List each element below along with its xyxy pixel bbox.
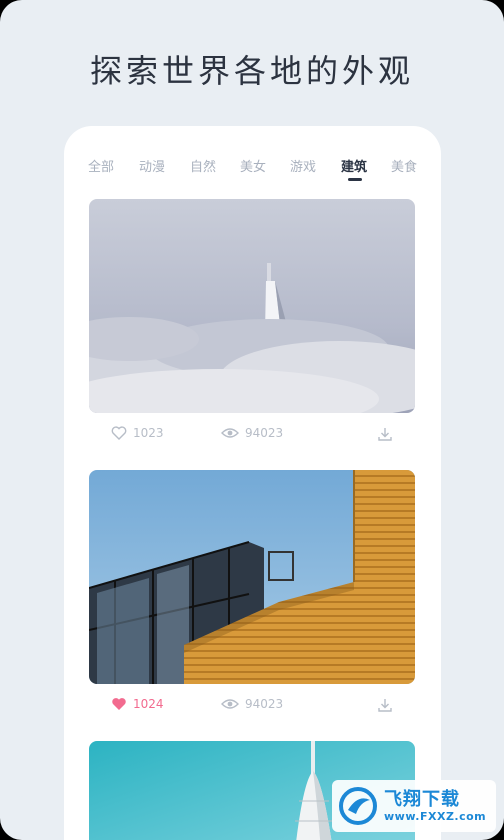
download-button[interactable] bbox=[377, 426, 393, 445]
app-screen: 全部 动漫 自然 美女 游戏 建筑 美食 1023 94023 1024 940… bbox=[64, 126, 441, 840]
card-stats: 1023 94023 bbox=[89, 426, 415, 446]
tab-anime[interactable]: 动漫 bbox=[139, 156, 165, 175]
tab-architecture[interactable]: 建筑 bbox=[341, 156, 367, 175]
promo-headline: 探索世界各地的外观 bbox=[89, 52, 414, 90]
logo-icon bbox=[339, 787, 377, 825]
eye-icon bbox=[221, 428, 239, 438]
tab-games[interactable]: 游戏 bbox=[290, 156, 316, 175]
watermark-title: 飞翔下载 bbox=[384, 788, 460, 810]
like-count: 1023 bbox=[133, 426, 164, 440]
frame-corner bbox=[0, 0, 44, 44]
download-icon bbox=[378, 699, 392, 712]
view-stat: 94023 bbox=[221, 697, 283, 711]
tab-nature[interactable]: 自然 bbox=[190, 156, 216, 175]
view-stat: 94023 bbox=[221, 426, 283, 440]
active-tab-indicator bbox=[348, 178, 362, 181]
view-count: 94023 bbox=[245, 426, 284, 440]
card-stats: 1024 94023 bbox=[89, 697, 415, 717]
tab-beauty[interactable]: 美女 bbox=[240, 156, 266, 175]
site-watermark: 飞翔下载 www.FXXZ.com bbox=[332, 780, 496, 832]
frame-corner bbox=[0, 796, 44, 840]
like-button[interactable]: 1024 bbox=[111, 697, 164, 711]
category-tabs: 全部 动漫 自然 美女 游戏 建筑 美食 bbox=[64, 156, 441, 186]
download-icon bbox=[378, 428, 392, 441]
heart-outline-icon bbox=[111, 426, 127, 440]
watermark-url: www.FXXZ.com bbox=[384, 809, 487, 823]
wallpaper-modern-building[interactable] bbox=[89, 470, 415, 684]
tab-food[interactable]: 美食 bbox=[391, 156, 417, 175]
download-button[interactable] bbox=[377, 697, 393, 716]
tab-all[interactable]: 全部 bbox=[88, 156, 114, 175]
view-count: 94023 bbox=[245, 697, 284, 711]
like-count: 1024 bbox=[133, 697, 164, 711]
eye-icon bbox=[221, 699, 239, 709]
wallpaper-skyscraper-clouds[interactable] bbox=[89, 199, 415, 413]
heart-filled-icon bbox=[112, 698, 126, 710]
like-button[interactable]: 1023 bbox=[111, 426, 164, 440]
frame-corner bbox=[460, 0, 504, 44]
